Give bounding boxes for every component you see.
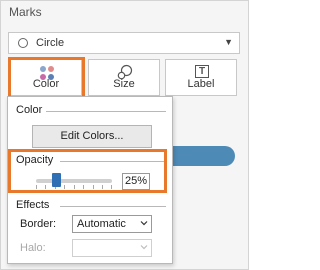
chevron-down-icon: ▼ [224,37,233,47]
divider [46,111,166,112]
size-card-label: Size [113,78,135,90]
divider [60,206,166,207]
mark-type-dropdown[interactable]: Circle ▼ [8,32,240,54]
opacity-section-highlight [8,149,167,193]
circle-icon [18,38,28,48]
label-card-label: Label [187,78,215,90]
color-card-highlight [8,57,85,99]
border-dropdown[interactable]: Automatic [72,215,152,233]
chevron-down-icon [140,245,148,250]
size-card[interactable]: Size [88,59,160,96]
effects-heading: Effects [16,199,50,211]
halo-dropdown[interactable] [72,239,152,257]
mark-type-label: Circle [36,37,65,49]
label-icon: T [195,65,209,78]
color-heading: Color [16,104,43,116]
chevron-down-icon [140,221,148,226]
border-label: Border: [20,218,57,230]
marks-title: Marks [9,5,42,19]
label-card[interactable]: T Label [165,59,237,96]
halo-label: Halo: [20,242,46,254]
border-dropdown-value: Automatic [77,218,126,230]
edit-colors-button[interactable]: Edit Colors... [32,125,152,148]
